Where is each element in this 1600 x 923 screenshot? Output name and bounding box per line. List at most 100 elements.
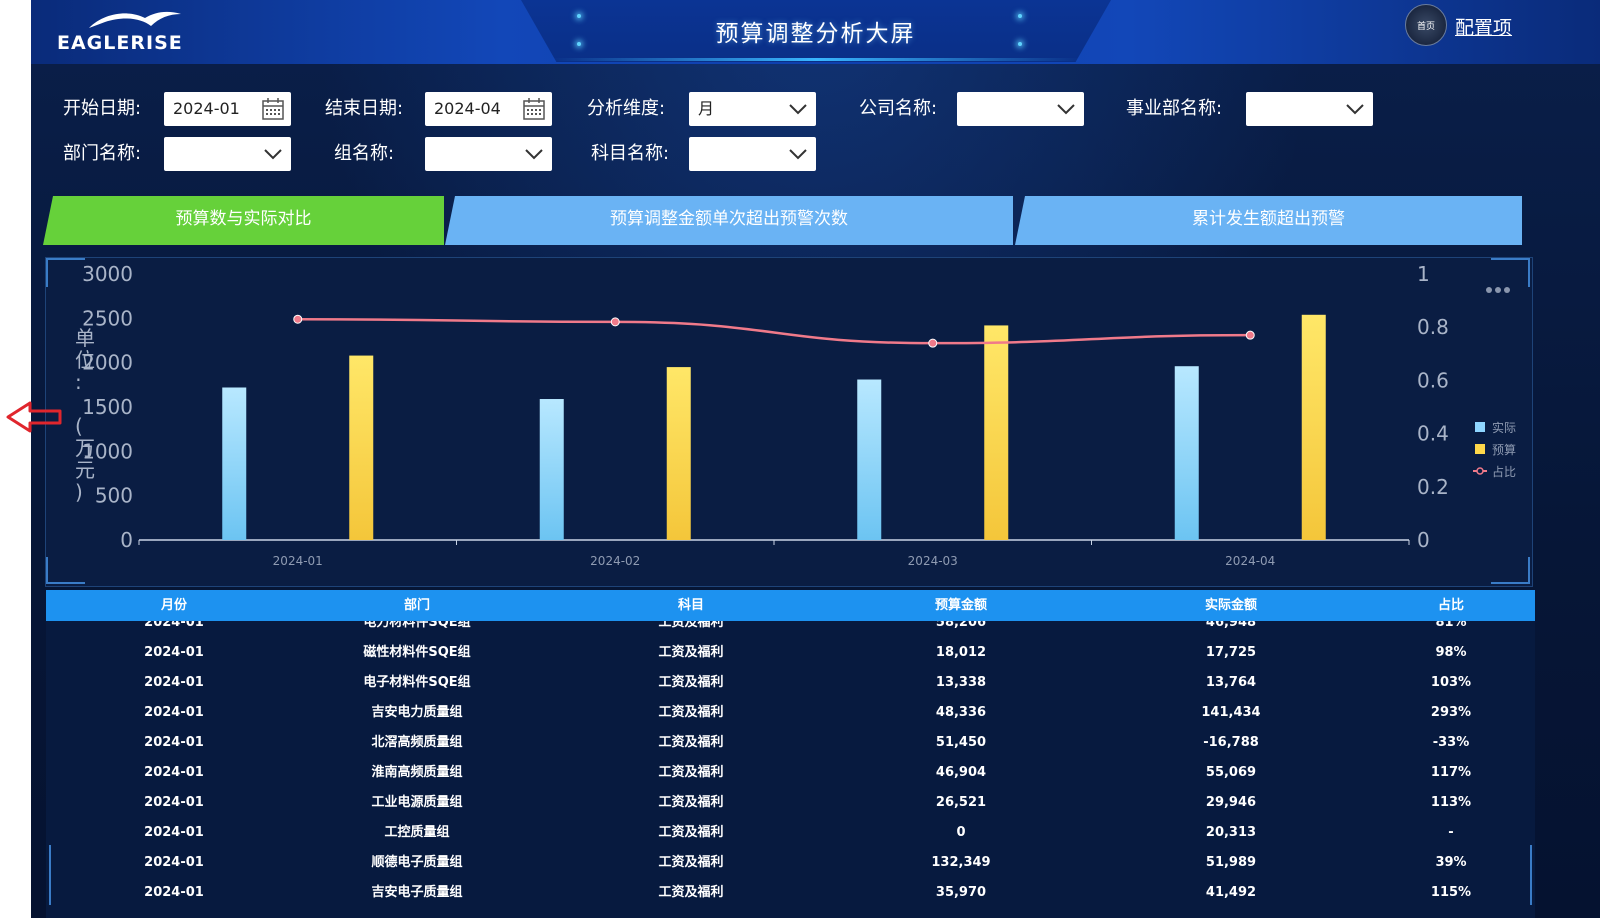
table-row[interactable]: 2024-01 工业电源质量组 工资及福利 26,521 29,946 113% (46, 788, 1535, 818)
cell-subject: 工资及福利 (658, 735, 724, 750)
bar-budget[interactable] (984, 325, 1009, 540)
ratio-point[interactable] (1245, 330, 1255, 340)
bar-actual[interactable] (222, 387, 247, 540)
y-label-char: 单 (75, 326, 95, 350)
cell-actual: 51,989 (1205, 855, 1257, 870)
department-select[interactable] (164, 137, 291, 171)
cell-month: 2024-01 (144, 675, 204, 690)
panel-edge (1530, 845, 1532, 905)
y-tick-label: 0 (120, 528, 133, 552)
chevron-down-icon (1346, 104, 1364, 115)
cell-department: 电子材料件SQE组 (363, 675, 471, 690)
y2-tick-label: 0.2 (1417, 475, 1449, 499)
cell-ratio: - (1448, 825, 1454, 840)
table-row[interactable]: 2024-01 电子材料件SQE组 工资及福利 13,338 13,764 103% (46, 668, 1535, 698)
cell-department: 顺德电子质量组 (371, 855, 463, 870)
legend-label[interactable]: 实际 (1492, 420, 1516, 435)
home-button[interactable]: 首页 (1405, 4, 1447, 46)
legend-swatch (1475, 444, 1485, 454)
tab-cumulative-alerts[interactable]: 累计发生额超出预警 (1015, 196, 1522, 245)
cell-ratio: 115% (1430, 885, 1472, 900)
end-date-picker[interactable]: 2024-04 (425, 92, 552, 126)
y-label-char: ( (75, 414, 83, 438)
y-tick-label: 500 (95, 484, 133, 508)
table-row[interactable]: 2024-01 电力材料件SQE组 工资及福利 58,206 46,948 81% (46, 621, 1535, 638)
cell-subject: 工资及福利 (658, 825, 724, 840)
col-subject: 科目 (677, 598, 704, 613)
cell-department: 电力材料件SQE组 (363, 621, 471, 630)
y2-tick-label: 0.4 (1417, 422, 1449, 446)
home-button-label: 首页 (1416, 21, 1435, 32)
cell-ratio: 103% (1430, 675, 1472, 690)
cell-month: 2024-01 (144, 825, 204, 840)
division-select[interactable] (1246, 92, 1373, 126)
subject-select[interactable] (689, 137, 816, 171)
ratio-point[interactable] (928, 338, 938, 348)
tab-single-adjustment-alerts[interactable]: 预算调整金额单次超出预警次数 (445, 196, 1013, 245)
col-department: 部门 (403, 598, 430, 613)
cell-department: 淮南高频质量组 (371, 765, 463, 780)
cell-actual: 46,948 (1205, 621, 1257, 630)
table-row[interactable]: 2024-01 北滘高频质量组 工资及福利 51,450 -16,788 -33% (46, 728, 1535, 758)
cell-budget: 18,012 (935, 645, 987, 660)
start-date-picker[interactable]: 2024-01 (164, 92, 291, 126)
cell-actual: 41,492 (1205, 885, 1257, 900)
more-options-icon[interactable] (1486, 287, 1510, 293)
cell-budget: 46,904 (935, 765, 987, 780)
cell-subject: 工资及福利 (658, 675, 724, 690)
table-row[interactable]: 2024-01 吉安电力质量组 工资及福利 48,336 141,434 293% (46, 698, 1535, 728)
tab-budget-vs-actual[interactable]: 预算数与实际对比 (43, 196, 444, 245)
legend-label[interactable]: 占比 (1492, 464, 1516, 479)
company-select[interactable] (957, 92, 1084, 126)
legend-label[interactable]: 预算 (1492, 442, 1516, 457)
cell-subject: 工资及福利 (658, 765, 724, 780)
cell-budget: 13,338 (935, 675, 987, 690)
config-link[interactable]: 配置项 (1455, 13, 1512, 40)
start-date-value: 2024-01 (173, 99, 240, 118)
cell-actual: 141,434 (1201, 705, 1261, 720)
y-label-char: 万 (75, 436, 95, 460)
bar-budget[interactable] (1301, 314, 1326, 540)
cell-budget: 132,349 (931, 855, 991, 870)
back-arrow-icon[interactable] (6, 400, 62, 434)
bar-budget[interactable] (666, 367, 691, 540)
bar-actual[interactable] (857, 379, 882, 540)
budget-actual-chart: 300025002000150010005000 10.80.60.40.20 … (46, 258, 1530, 584)
y2-tick-label: 1 (1417, 262, 1430, 286)
bar-budget[interactable] (349, 355, 374, 540)
cell-actual: 20,313 (1205, 825, 1257, 840)
chevron-down-icon (525, 149, 543, 160)
cell-month: 2024-01 (144, 621, 204, 630)
ratio-line (297, 317, 1251, 345)
cell-month: 2024-01 (144, 705, 204, 720)
cell-month: 2024-01 (144, 735, 204, 750)
dimension-select[interactable]: 月 (689, 92, 816, 126)
y-label-char: : (75, 370, 82, 394)
cell-ratio: -33% (1432, 735, 1470, 750)
table-row[interactable]: 2024-01 磁性材料件SQE组 工资及福利 18,012 17,725 98% (46, 638, 1535, 668)
table-row[interactable]: 2024-01 吉安电子质量组 工资及福利 35,970 41,492 115% (46, 878, 1535, 908)
ratio-point[interactable] (610, 317, 620, 327)
table-row[interactable]: 2024-01 工控质量组 工资及福利 0 20,313 - (46, 818, 1535, 848)
calendar-icon (262, 98, 284, 120)
cell-ratio: 98% (1435, 645, 1467, 660)
ratio-point[interactable] (293, 314, 303, 324)
cell-subject: 工资及福利 (658, 795, 724, 810)
cell-ratio: 293% (1430, 705, 1472, 720)
division-label: 事业部名称: (1126, 98, 1223, 119)
bar-actual[interactable] (1174, 366, 1199, 540)
table-row[interactable]: 2024-01 淮南高频质量组 工资及福利 46,904 55,069 117% (46, 758, 1535, 788)
cell-budget: 58,206 (935, 621, 987, 630)
table-row[interactable]: 2024-01 顺德电子质量组 工资及福利 132,349 51,989 39% (46, 848, 1535, 878)
cell-budget: 51,450 (935, 735, 987, 750)
bar-actual[interactable] (539, 399, 564, 540)
cell-budget: 35,970 (935, 885, 987, 900)
page-title: 预算调整分析大屏 (715, 21, 916, 47)
dimension-label: 分析维度: (587, 98, 666, 119)
legend-swatch-dot (1476, 467, 1484, 475)
chevron-down-icon (264, 149, 282, 160)
corner-decor (46, 557, 85, 584)
cell-budget: 0 (956, 825, 966, 840)
group-select[interactable] (425, 137, 552, 171)
cell-month: 2024-01 (144, 885, 204, 900)
